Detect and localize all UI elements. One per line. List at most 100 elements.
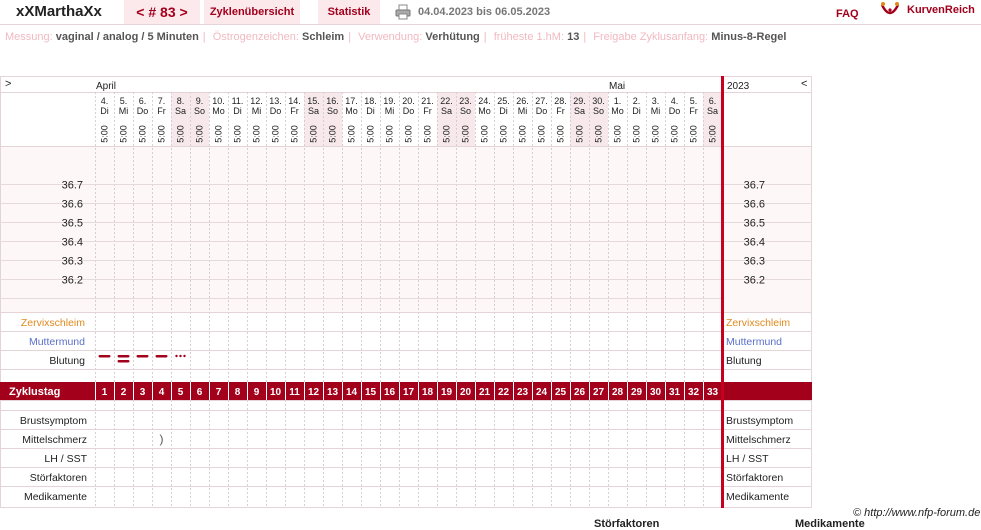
cycle-day-number: 9 (254, 387, 260, 398)
day-weekday: Di (233, 106, 242, 116)
obs-row-label-right: LH / SST (726, 453, 769, 465)
cycle-day-label: Zyklustag (9, 386, 60, 398)
kurvenreich-logo-icon[interactable] (880, 1, 900, 19)
measure-time: 5:00 (138, 125, 148, 143)
day-weekday: Mo (611, 106, 624, 116)
temp-label: 36.6 (62, 199, 83, 211)
measure-time: 5:00 (328, 125, 338, 143)
cycle-day-number: 15 (365, 387, 377, 398)
measure-time: 5:00 (214, 125, 224, 143)
freigabe-label: Freigabe Zyklusanfang: (593, 31, 709, 43)
obs-row-label-right: Mittelschmerz (726, 434, 791, 446)
date-range: 04.04.2023 bis 06.05.2023 (418, 6, 551, 18)
day-weekday: Sa (707, 106, 718, 116)
cycle-day-number: 21 (479, 387, 491, 398)
day-date: 30. (592, 96, 605, 106)
day-date: 9. (196, 96, 204, 106)
spotting-mark (183, 354, 186, 358)
day-date: 27. (535, 96, 548, 106)
measure-time: 5:00 (708, 125, 718, 143)
day-weekday: Sa (308, 106, 319, 116)
obs-row-label: Blutung (49, 355, 85, 367)
copyright[interactable]: © http://www.nfp-forum.de (853, 507, 980, 519)
day-weekday: Mo (345, 106, 358, 116)
measure-time: 5:00 (157, 125, 167, 143)
scroll-right-button[interactable]: < (801, 78, 807, 90)
day-weekday: Mi (119, 106, 129, 116)
measure-time: 5:00 (594, 125, 604, 143)
measure-time: 5:00 (366, 125, 376, 143)
day-date: 4. (671, 96, 679, 106)
day-date: 6. (139, 96, 147, 106)
printer-icon[interactable] (395, 4, 411, 20)
day-weekday: Mi (518, 106, 528, 116)
measure-time: 5:00 (480, 125, 490, 143)
measure-time: 5:00 (290, 125, 300, 143)
spotting-mark (175, 354, 178, 358)
tab-statistik[interactable]: Statistik (318, 0, 380, 24)
measure-time: 5:00 (252, 125, 262, 143)
measure-time: 5:00 (233, 125, 243, 143)
day-weekday: Sa (175, 106, 186, 116)
cycle-day-number: 11 (289, 387, 300, 398)
obs-row-label: Medikamente (24, 491, 87, 503)
faq-link[interactable]: FAQ (836, 8, 859, 20)
temp-label-right: 36.7 (744, 180, 765, 192)
fruehest-value: 13 (567, 31, 580, 43)
day-weekday: So (460, 106, 471, 116)
day-date: 8. (177, 96, 185, 106)
day-date: 12. (250, 96, 263, 106)
measure-time: 5:00 (119, 125, 129, 143)
top-header: xXMarthaXx < # 83 > Zyklenübersicht Stat… (0, 0, 981, 25)
day-date: 10. (212, 96, 225, 106)
measure-time: 5:00 (461, 125, 471, 143)
obs-row-label: Mittelschmerz (22, 434, 87, 446)
month-label-mai: Mai (609, 81, 625, 92)
measure-time: 5:00 (689, 125, 699, 143)
measure-time: 5:00 (100, 125, 110, 143)
cycle-day-number: 1 (102, 387, 108, 398)
day-date: 16. (326, 96, 339, 106)
cycle-day-number: 29 (631, 387, 643, 398)
tab-zyklenuebersicht[interactable]: Zyklenübersicht (204, 0, 300, 24)
day-date: 14. (288, 96, 301, 106)
cycle-day-number: 13 (327, 387, 339, 398)
day-date: 5. (120, 96, 128, 106)
obs-row-label-right: Muttermund (726, 336, 782, 348)
measure-time: 5:00 (518, 125, 528, 143)
cycle-day-number: 8 (235, 387, 241, 398)
freigabe-value: Minus-8-Regel (711, 31, 787, 43)
measure-time: 5:00 (613, 125, 623, 143)
obs-row-label-right: Zervixschleim (726, 317, 790, 329)
day-weekday: Mi (651, 106, 661, 116)
measure-time: 5:00 (670, 125, 680, 143)
day-date: 23. (459, 96, 472, 106)
verwendung-value: Verhütung (425, 31, 480, 43)
obs-row-label-right: Medikamente (726, 491, 789, 503)
cycle-day-number: 20 (460, 387, 472, 398)
cycle-day-number: 4 (159, 387, 165, 398)
day-weekday: Do (403, 106, 415, 116)
cycle-day-number: 10 (270, 387, 282, 398)
cycle-day-number: 23 (517, 387, 529, 398)
messung-value: vaginal / analog / 5 Minuten (55, 31, 199, 43)
cycle-day-number: 30 (650, 387, 662, 398)
scroll-left-button[interactable]: > (5, 78, 11, 90)
bleeding-mark (98, 355, 111, 358)
logo-text[interactable]: KurvenReich (907, 4, 975, 16)
measure-time: 5:00 (632, 125, 642, 143)
obs-row-label: Brustsymptom (20, 415, 87, 427)
spotting-mark (179, 354, 182, 358)
month-label-april: April (96, 81, 116, 92)
measure-time: 5:00 (556, 125, 566, 143)
bleeding-mark (117, 355, 130, 358)
cycle-day-number: 25 (555, 387, 567, 398)
day-date: 17. (345, 96, 358, 106)
cycle-navigation[interactable]: < # 83 > (124, 0, 200, 24)
day-weekday: Di (100, 106, 109, 116)
day-date: 28. (554, 96, 567, 106)
cycle-day-number: 32 (688, 387, 700, 398)
bleeding-mark (117, 360, 130, 363)
cycle-day-number: 16 (384, 387, 396, 398)
day-weekday: Fr (689, 106, 698, 116)
